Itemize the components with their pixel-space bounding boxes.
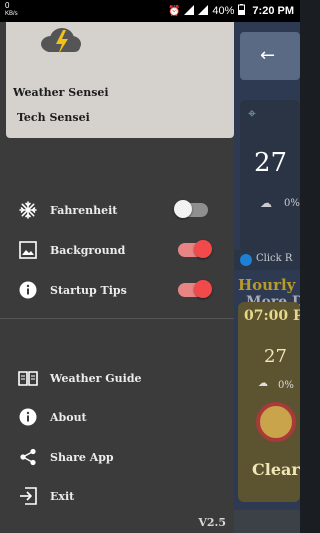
app-name: Weather Sensei: [13, 86, 109, 99]
setting-fahrenheit[interactable]: Fahrenheit: [0, 193, 234, 227]
cloud-icon: ☁: [260, 196, 272, 210]
menu-share-app[interactable]: Share App: [0, 440, 234, 474]
menu-exit[interactable]: Exit: [0, 479, 234, 513]
setting-background[interactable]: Background: [0, 233, 234, 267]
cloud-icon: ☁: [258, 378, 268, 389]
menu-about[interactable]: About: [0, 400, 234, 434]
background-toggle[interactable]: [178, 240, 212, 258]
signal-icon-2: [198, 4, 209, 18]
background-app[interactable]: ← ⌖ 27 ☁ 0% More D Click R Hourly 07:00 …: [234, 22, 300, 533]
tip-dot-icon: [240, 254, 252, 266]
location-icon: ⌖: [248, 106, 256, 122]
hour-time: 07:00 P: [244, 308, 300, 324]
menu-label: Exit: [50, 489, 75, 503]
hour-precip: 0%: [278, 380, 294, 391]
setting-label: Startup Tips: [50, 283, 127, 297]
developer-name: Tech Sensei: [17, 111, 90, 124]
clear-sky-icon: [256, 402, 296, 442]
hourly-heading: Hourly: [238, 276, 296, 294]
current-weather-card: ⌖ 27 ☁ 0% More D: [240, 100, 300, 310]
startup-tips-toggle[interactable]: [178, 280, 212, 298]
bottom-strip: [234, 510, 300, 533]
fahrenheit-toggle[interactable]: [174, 200, 208, 218]
status-bar: 0 KB/s ⏰ 40% 7:20 PM: [0, 0, 300, 22]
setting-label: Fahrenheit: [50, 203, 118, 217]
image-icon: [18, 240, 38, 260]
precip-value: 0%: [284, 198, 300, 209]
app-bar: ←: [240, 32, 300, 80]
menu-label: Share App: [50, 450, 114, 464]
info-icon: [18, 407, 38, 427]
network-speed: 0 KB/s: [5, 1, 18, 18]
setting-label: Background: [50, 243, 126, 257]
battery-icon: [238, 4, 246, 18]
hour-condition: Clear: [252, 460, 300, 479]
alarm-icon: ⏰: [167, 5, 181, 17]
toggle-knob: [194, 280, 212, 298]
share-icon: [18, 447, 38, 467]
setting-startup-tips[interactable]: Startup Tips: [0, 273, 234, 307]
hourly-card[interactable]: 07:00 P 27 ☁ 0% Clear: [238, 302, 300, 502]
hour-temp: 27: [264, 346, 287, 367]
menu-label: About: [50, 410, 87, 424]
tip-bar: Click R: [234, 250, 300, 270]
book-icon: [18, 368, 38, 388]
storm-cloud-icon: [36, 24, 84, 58]
divider: [0, 318, 234, 319]
battery-percent: 40%: [212, 5, 235, 17]
arrow-left-icon[interactable]: ←: [260, 45, 275, 66]
menu-weather-guide[interactable]: Weather Guide: [0, 361, 234, 395]
menu-label: Weather Guide: [50, 371, 142, 385]
app-version: V2.5: [198, 516, 226, 529]
drawer-header: Weather Sensei Tech Sensei: [6, 22, 234, 138]
current-temp: 27: [254, 148, 288, 178]
toggle-knob: [174, 200, 192, 218]
info-icon: [18, 280, 38, 300]
toggle-knob: [194, 240, 212, 258]
navigation-drawer: Weather Sensei Tech Sensei Fahrenheit Ba…: [0, 22, 234, 533]
snowflake-icon: [18, 200, 38, 220]
exit-icon: [18, 486, 38, 506]
tip-text: Click R: [256, 253, 293, 264]
signal-icon: [184, 4, 195, 18]
clock: 7:20 PM: [252, 5, 294, 17]
